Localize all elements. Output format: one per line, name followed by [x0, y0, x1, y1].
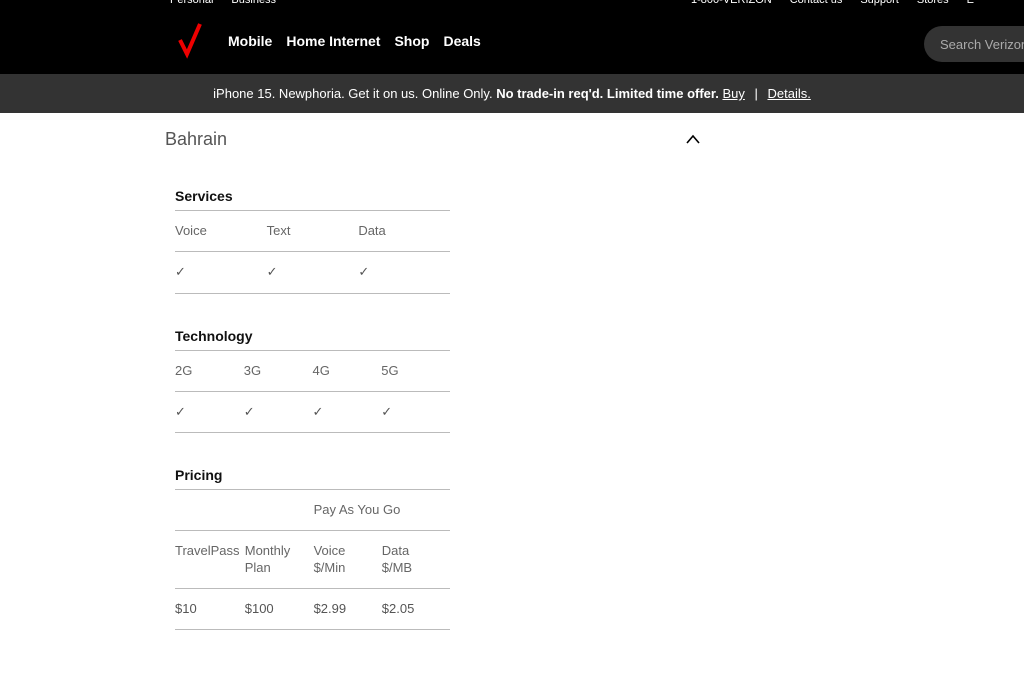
pricing-blank-2	[245, 490, 314, 531]
val-travelpass: $10	[175, 588, 245, 629]
col-4g: 4G	[313, 350, 382, 391]
promo-bold: No trade-in req'd. Limited time offer.	[496, 86, 722, 101]
check-voice: ✓	[175, 252, 267, 293]
technology-table: 2G 3G 4G 5G ✓ ✓ ✓ ✓	[175, 350, 450, 434]
promo-banner: iPhone 15. Newphoria. Get it on us. Onli…	[0, 74, 1024, 113]
content-area: Bahrain Services Voice Text Data ✓ ✓ ✓ T…	[165, 127, 705, 630]
table-row: Voice Text Data	[175, 211, 450, 252]
section-services: Services Voice Text Data ✓ ✓ ✓	[165, 188, 705, 294]
section-pricing: Pricing Pay As You Go TravelPass Monthly…	[165, 467, 705, 630]
table-row: Pay As You Go	[175, 490, 450, 531]
utility-bar: Personal Business 1-800-VERIZON Contact …	[0, 0, 1024, 8]
verizon-logo-icon[interactable]	[178, 22, 202, 60]
check-text: ✓	[267, 252, 359, 293]
pricing-blank-1	[175, 490, 245, 531]
search-input[interactable]: Search Verizon	[924, 26, 1024, 62]
table-row: $10 $100 $2.99 $2.05	[175, 588, 450, 629]
val-data: $2.05	[382, 588, 450, 629]
section-title-pricing: Pricing	[175, 467, 705, 483]
nav-shop[interactable]: Shop	[394, 33, 429, 49]
val-voice: $2.99	[314, 588, 382, 629]
col-text: Text	[267, 211, 359, 252]
nav-deals[interactable]: Deals	[443, 33, 480, 49]
main-nav: Mobile Home Internet Shop Deals Search V…	[0, 8, 1024, 74]
check-5g: ✓	[381, 391, 450, 432]
chevron-up-icon	[683, 130, 703, 150]
promo-divider: |	[751, 86, 762, 101]
promo-buy-link[interactable]: Buy	[722, 86, 744, 101]
pricing-table: Pay As You Go TravelPass Monthly Plan Vo…	[175, 489, 450, 630]
search-placeholder: Search Verizon	[940, 37, 1024, 52]
section-title-services: Services	[175, 188, 705, 204]
table-row: ✓ ✓ ✓	[175, 252, 450, 293]
col-data: Data	[358, 211, 450, 252]
nav-links: Mobile Home Internet Shop Deals	[228, 33, 481, 49]
col-3g: 3G	[244, 350, 313, 391]
check-4g: ✓	[313, 391, 382, 432]
country-accordion-header[interactable]: Bahrain	[165, 127, 705, 154]
table-row: ✓ ✓ ✓ ✓	[175, 391, 450, 432]
val-monthly: $100	[245, 588, 314, 629]
col-travelpass: TravelPass	[175, 531, 245, 589]
country-name: Bahrain	[165, 129, 227, 150]
promo-details-link[interactable]: Details.	[767, 86, 810, 101]
col-monthly: Monthly Plan	[245, 531, 314, 589]
section-technology: Technology 2G 3G 4G 5G ✓ ✓ ✓ ✓	[165, 328, 705, 434]
nav-home-internet[interactable]: Home Internet	[286, 33, 380, 49]
col-voice-price: Voice $/Min	[314, 531, 382, 589]
promo-lead: iPhone 15. Newphoria. Get it on us. Onli…	[213, 86, 496, 101]
services-table: Voice Text Data ✓ ✓ ✓	[175, 210, 450, 294]
col-5g: 5G	[381, 350, 450, 391]
nav-mobile[interactable]: Mobile	[228, 33, 272, 49]
check-2g: ✓	[175, 391, 244, 432]
check-data: ✓	[358, 252, 450, 293]
pricing-super-header: Pay As You Go	[314, 490, 450, 531]
check-3g: ✓	[244, 391, 313, 432]
col-2g: 2G	[175, 350, 244, 391]
table-row: 2G 3G 4G 5G	[175, 350, 450, 391]
col-voice: Voice	[175, 211, 267, 252]
table-row: TravelPass Monthly Plan Voice $/Min Data…	[175, 531, 450, 589]
section-title-technology: Technology	[175, 328, 705, 344]
col-data-price: Data $/MB	[382, 531, 450, 589]
